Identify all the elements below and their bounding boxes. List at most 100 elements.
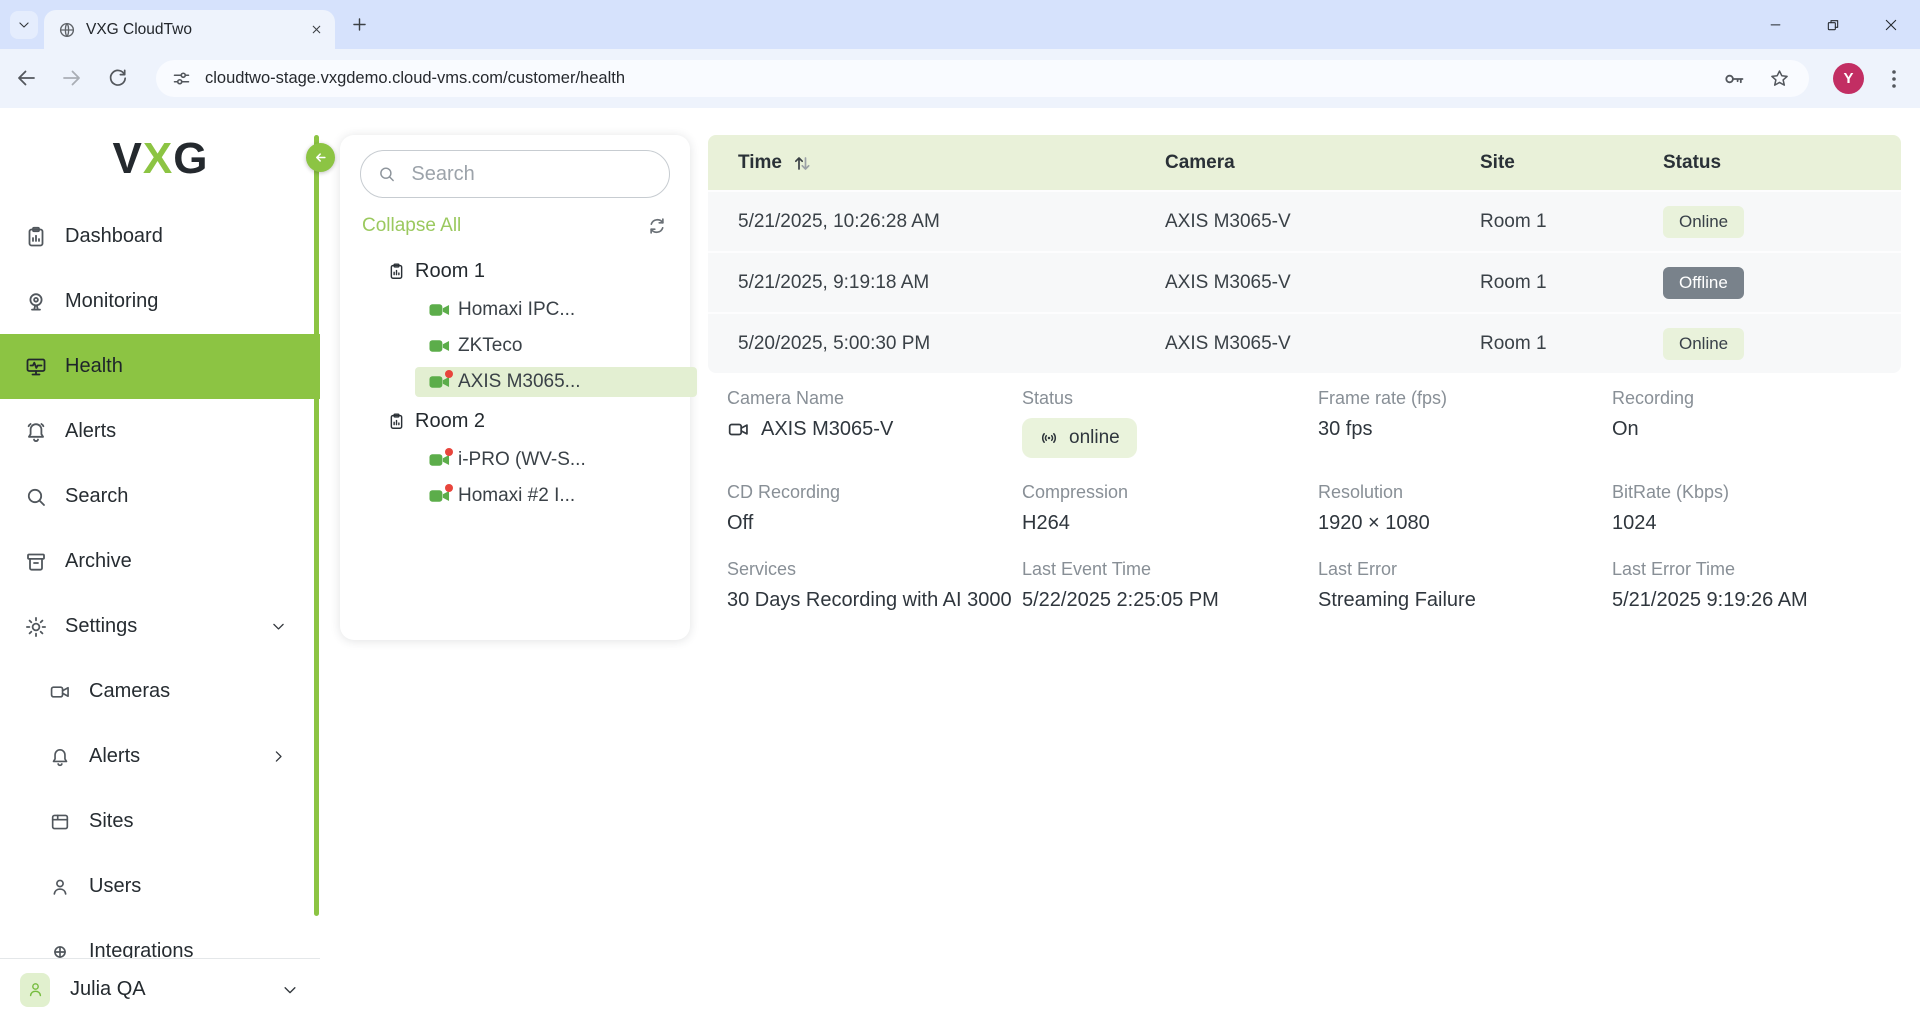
- tab-close-icon[interactable]: [310, 23, 323, 36]
- sidebar-item-monitoring[interactable]: Monitoring: [0, 269, 320, 334]
- collapse-all-button[interactable]: Collapse All: [362, 215, 461, 237]
- chevron-down-icon[interactable]: [281, 981, 299, 999]
- main-content: Collapse All Room 1 Homaxi IPC...: [320, 108, 1920, 1020]
- tab-search-button[interactable]: [10, 11, 38, 39]
- url-text[interactable]: cloudtwo-stage.vxgdemo.cloud-vms.com/cus…: [205, 69, 1700, 88]
- status-badge: Offline: [1663, 267, 1744, 299]
- detail-label: Frame rate (fps): [1318, 388, 1612, 409]
- browser-tab[interactable]: VXG CloudTwo: [44, 10, 335, 49]
- passwords-key-icon[interactable]: [1722, 67, 1746, 91]
- user-menu[interactable]: Julia QA: [0, 958, 320, 1020]
- detail-value: 5/21/2025 9:19:26 AM: [1612, 589, 1920, 612]
- detail-value: 30 fps: [1318, 418, 1612, 441]
- site-controls-icon[interactable]: [171, 68, 192, 89]
- bell-icon: [24, 420, 48, 444]
- minimize-button[interactable]: [1746, 0, 1804, 49]
- detail-label: BitRate (Kbps): [1612, 482, 1920, 503]
- sidebar-scrollbar[interactable]: [314, 135, 319, 916]
- detail-value: 5/22/2025 2:25:05 PM: [1022, 589, 1318, 612]
- sort-icon[interactable]: [792, 154, 812, 172]
- sidebar-item-settings[interactable]: Settings: [0, 594, 320, 659]
- column-header-camera[interactable]: Camera: [1165, 152, 1480, 174]
- column-header-status[interactable]: Status: [1663, 152, 1901, 174]
- column-header-time[interactable]: Time: [738, 152, 1165, 174]
- column-label: Time: [738, 152, 782, 174]
- column-header-site[interactable]: Site: [1480, 152, 1663, 174]
- close-icon: [1883, 17, 1899, 33]
- sidebar-item-label: Alerts: [65, 420, 116, 443]
- sidebar-item-cameras[interactable]: Cameras: [0, 659, 320, 724]
- back-icon[interactable]: [14, 66, 38, 90]
- sidebar-item-dashboard[interactable]: Dashboard: [0, 204, 320, 269]
- detail-value: 30 Days Recording with AI 3000: [727, 589, 1022, 612]
- search-icon: [377, 163, 396, 185]
- tree-camera-axis-m3065[interactable]: AXIS M3065...: [415, 367, 697, 397]
- sidebar-item-alerts-settings[interactable]: Alerts: [0, 724, 320, 789]
- detail-label: Compression: [1022, 482, 1318, 503]
- table-row[interactable]: 5/21/2025, 10:26:28 AM AXIS M3065-V Room…: [708, 190, 1901, 251]
- browser-titlebar: VXG CloudTwo: [0, 0, 1920, 49]
- detail-status: Status online: [1022, 388, 1318, 458]
- detail-bitrate: BitRate (Kbps) 1024: [1612, 482, 1920, 535]
- sidebar-item-alerts[interactable]: Alerts: [0, 399, 320, 464]
- detail-label: Status: [1022, 388, 1318, 409]
- detail-label: Recording: [1612, 388, 1920, 409]
- browser-profile-avatar[interactable]: Y: [1833, 63, 1864, 94]
- forward-icon[interactable]: [60, 66, 84, 90]
- tree-camera-label: Homaxi IPC...: [458, 299, 575, 321]
- chevron-right-icon[interactable]: [270, 748, 287, 765]
- sidebar-item-label: Sites: [89, 810, 133, 833]
- sidebar-item-label: Archive: [65, 550, 132, 573]
- dashboard-icon: [24, 225, 48, 249]
- chevron-down-icon[interactable]: [270, 618, 287, 635]
- logo-letter-v: V: [113, 134, 142, 184]
- tree-search-box[interactable]: [360, 150, 670, 198]
- sidebar-item-label: Users: [89, 875, 141, 898]
- sidebar-item-health[interactable]: Health: [0, 334, 320, 399]
- detail-last-error-time: Last Error Time 5/21/2025 9:19:26 AM: [1612, 559, 1920, 612]
- url-bar[interactable]: cloudtwo-stage.vxgdemo.cloud-vms.com/cus…: [156, 60, 1809, 97]
- table-row[interactable]: 5/21/2025, 9:19:18 AM AXIS M3065-V Room …: [708, 251, 1901, 312]
- sidebar: VXG Dashboard Monitoring Health: [0, 108, 320, 1020]
- tree-camera-homaxi-ipc[interactable]: Homaxi IPC...: [415, 295, 697, 325]
- search-icon: [24, 485, 48, 509]
- tree-group-room1[interactable]: Room 1: [360, 253, 670, 289]
- close-window-button[interactable]: [1862, 0, 1920, 49]
- detail-label: Last Event Time: [1022, 559, 1318, 580]
- detail-recording: Recording On: [1612, 388, 1920, 458]
- detail-label: Last Error: [1318, 559, 1612, 580]
- refresh-icon[interactable]: [646, 215, 668, 237]
- sidebar-item-search[interactable]: Search: [0, 464, 320, 529]
- cell-site: Room 1: [1480, 333, 1663, 355]
- alert-dot: [445, 370, 453, 378]
- tree-actions: Collapse All: [360, 215, 670, 237]
- collapse-sidebar-button[interactable]: [306, 143, 335, 172]
- detail-value: Off: [727, 512, 1022, 535]
- sidebar-item-users[interactable]: Users: [0, 854, 320, 919]
- detail-value: H264: [1022, 512, 1318, 535]
- browser-menu-icon[interactable]: [1882, 67, 1906, 91]
- sidebar-item-sites[interactable]: Sites: [0, 789, 320, 854]
- tree-camera-ipro[interactable]: i-PRO (WV-S...: [415, 445, 697, 475]
- reload-icon[interactable]: [106, 66, 129, 89]
- user-name: Julia QA: [70, 978, 146, 1001]
- new-tab-button[interactable]: [350, 15, 369, 34]
- video-camera-icon: [727, 418, 750, 441]
- bookmark-star-icon[interactable]: [1768, 67, 1791, 90]
- bell-icon: [49, 746, 71, 768]
- status-badge: Online: [1663, 206, 1744, 238]
- tree-camera-zkteco[interactable]: ZKTeco: [415, 331, 697, 361]
- tree-camera-label: i-PRO (WV-S...: [458, 449, 586, 471]
- detail-label: Resolution: [1318, 482, 1612, 503]
- restore-button[interactable]: [1804, 0, 1862, 49]
- sidebar-item-archive[interactable]: Archive: [0, 529, 320, 594]
- tree-camera-homaxi-2[interactable]: Homaxi #2 I...: [415, 481, 697, 511]
- tree-group-room2[interactable]: Room 2: [360, 403, 670, 439]
- tree-search-input[interactable]: [409, 162, 653, 187]
- tree-camera-label: ZKTeco: [458, 335, 522, 357]
- logo-letter-x: X: [143, 134, 172, 184]
- camera-icon: [429, 302, 450, 318]
- table-row[interactable]: 5/20/2025, 5:00:30 PM AXIS M3065-V Room …: [708, 312, 1901, 373]
- vxg-logo: VXG: [0, 130, 320, 188]
- online-status-badge: online: [1022, 418, 1137, 458]
